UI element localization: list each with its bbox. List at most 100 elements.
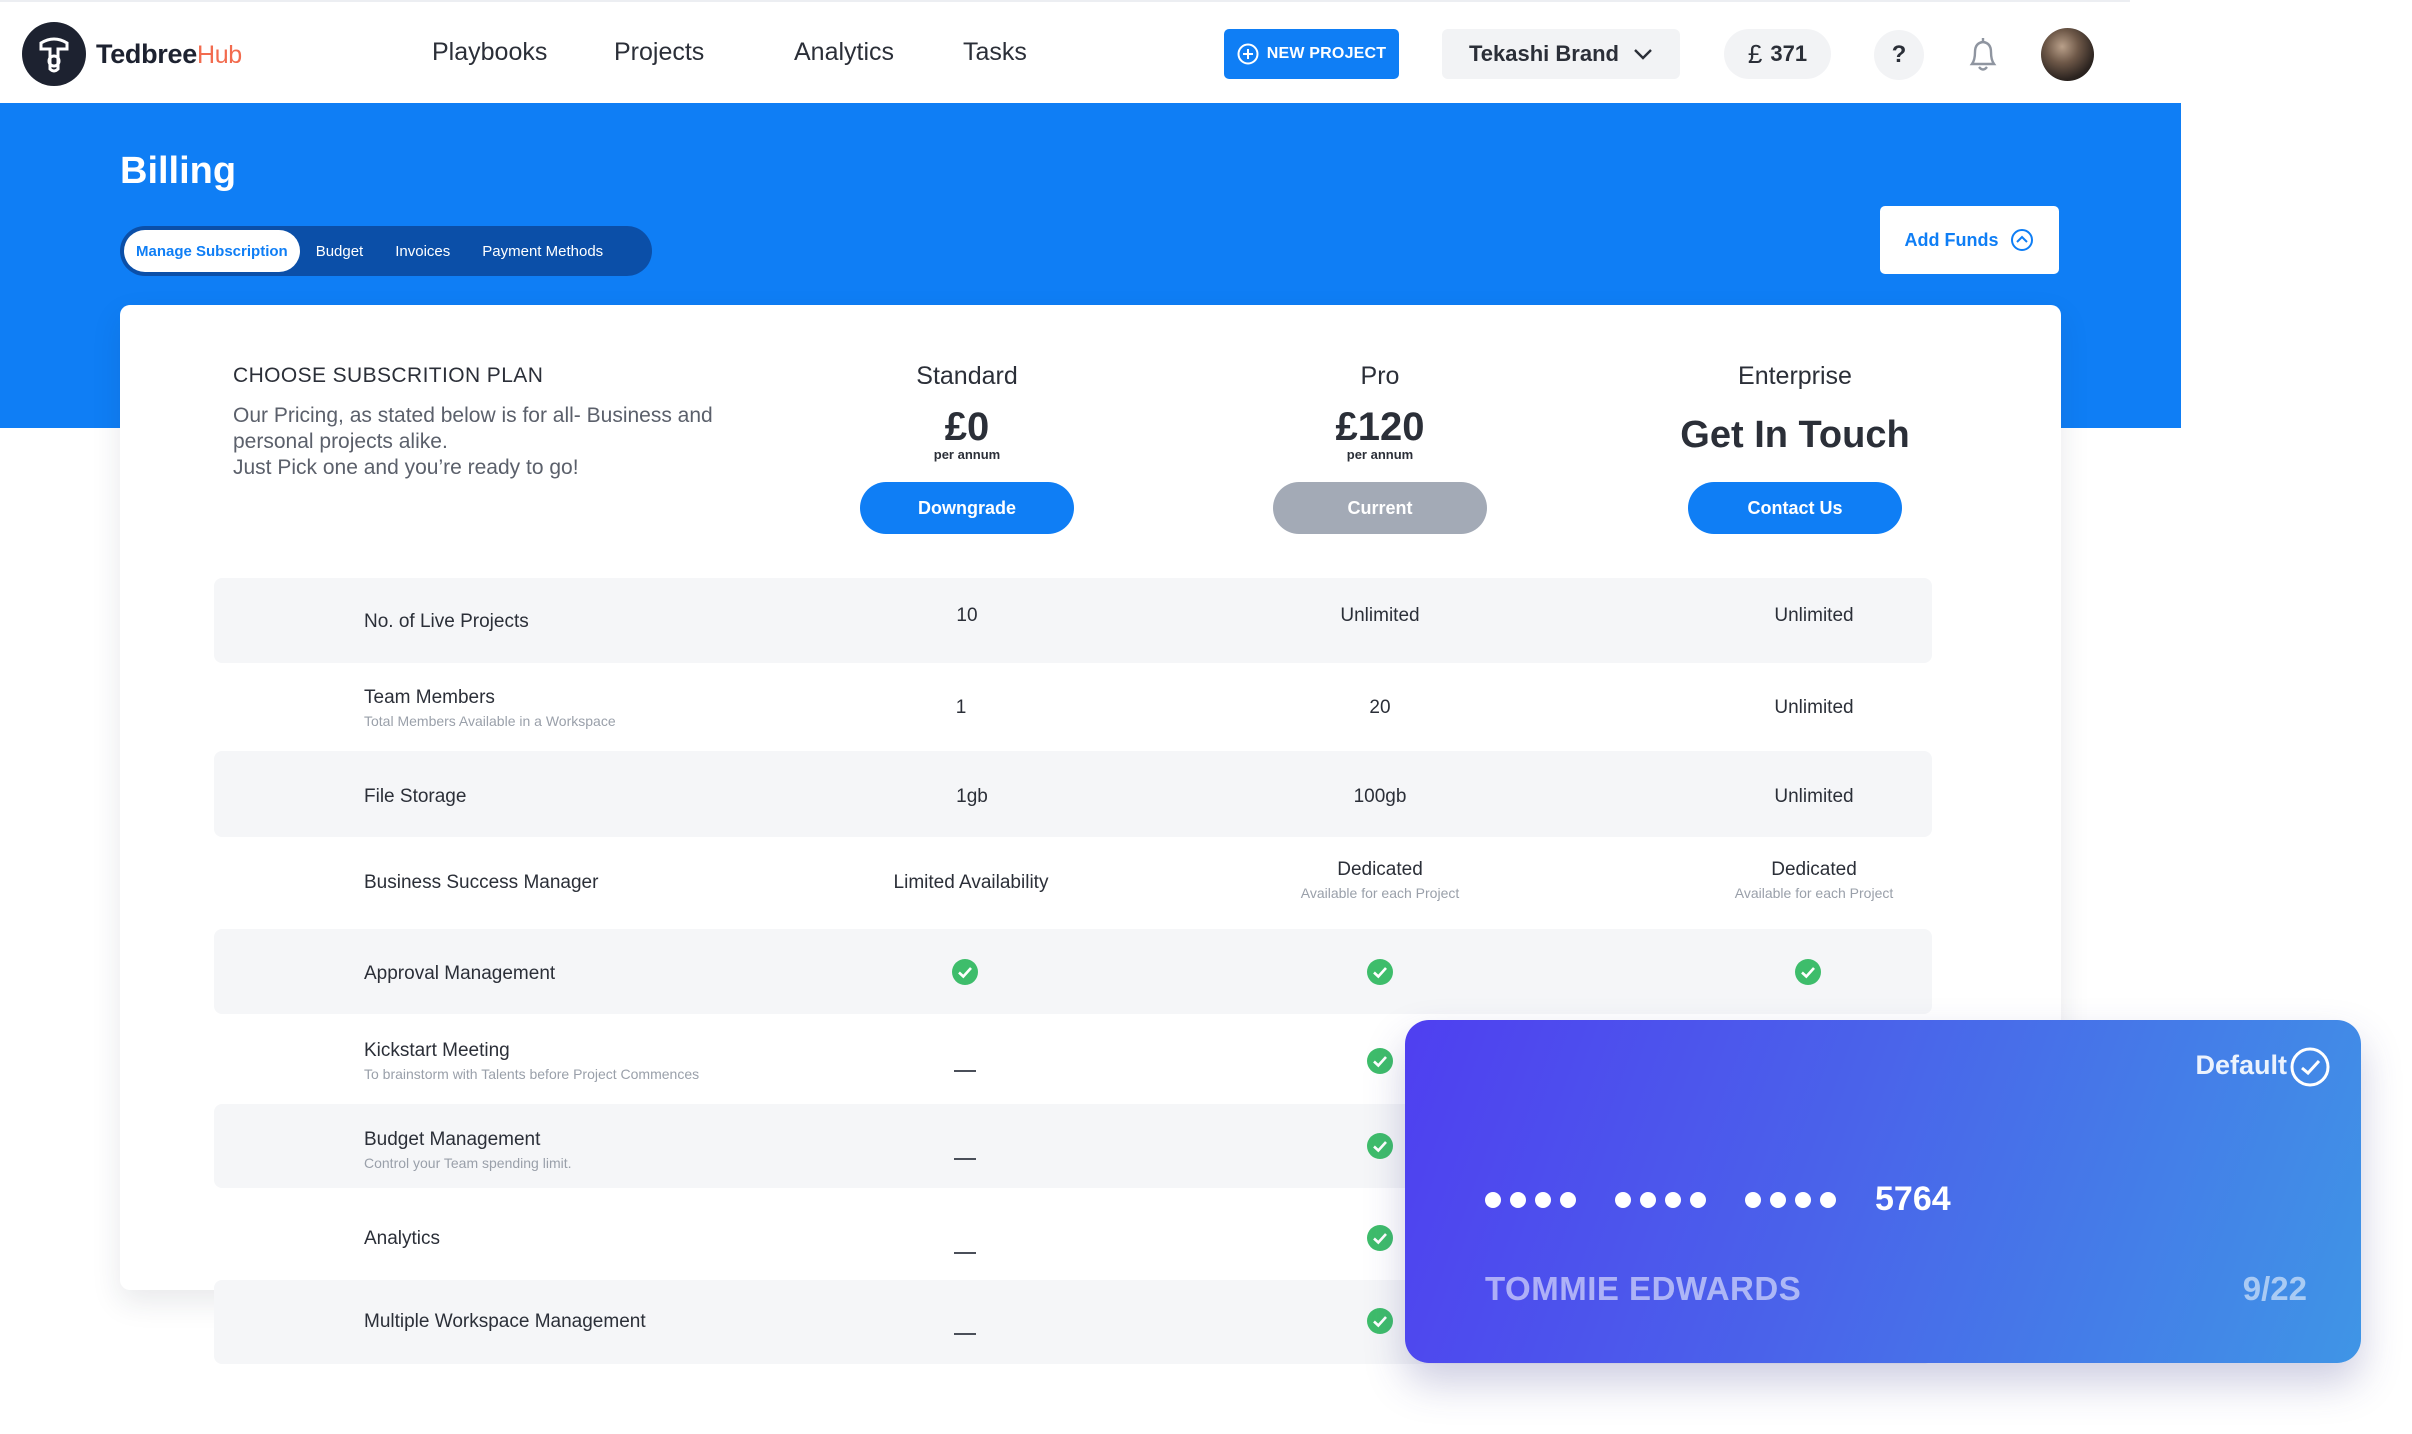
feature-value-enterprise: Dedicated Available for each Project xyxy=(1664,859,1964,901)
feature-row: Team Members Total Members Available in … xyxy=(214,663,1932,751)
notification-bell-icon[interactable] xyxy=(1966,34,2000,79)
plan-enterprise: Enterprise Get In Touch xyxy=(1645,362,1945,457)
masked-digits xyxy=(1485,1191,1585,1208)
feature-value-enterprise: Unlimited xyxy=(1774,786,1854,807)
plan-description-line: personal projects alike. xyxy=(233,430,448,453)
card-number: 5764 xyxy=(1485,1180,1951,1219)
feature-name: Team Members xyxy=(364,687,495,708)
feature-value-standard: 10 xyxy=(956,605,978,626)
tab-invoices[interactable]: Invoices xyxy=(379,230,466,272)
feature-name: Analytics xyxy=(364,1228,441,1249)
feature-name: Budget Management xyxy=(364,1129,541,1150)
add-funds-label: Add Funds xyxy=(1904,229,1999,250)
balance-value: 371 xyxy=(1770,41,1808,66)
masked-digits xyxy=(1615,1191,1715,1208)
feature-value-standard xyxy=(815,1144,1115,1166)
feature-label: No. of Live Projects xyxy=(364,611,529,633)
chevron-up-circle-icon xyxy=(2010,228,2034,252)
feature-name: No. of Live Projects xyxy=(364,611,529,632)
plan-name: Standard xyxy=(916,362,1018,390)
plan-cta: Get In Touch xyxy=(1680,414,1910,456)
downgrade-button[interactable]: Downgrade xyxy=(860,482,1074,534)
feature-name: Multiple Workspace Management xyxy=(364,1311,646,1332)
nav-projects[interactable]: Projects xyxy=(614,38,704,67)
brand-selector[interactable]: Tekashi Brand xyxy=(1442,29,1680,79)
user-avatar[interactable] xyxy=(2041,28,2094,81)
billing-page: TedbreeHub Playbooks Projects Analytics … xyxy=(0,0,2412,1434)
plan-name: Enterprise xyxy=(1738,362,1852,390)
feature-subtext: Total Members Available in a Workspace xyxy=(364,713,616,729)
plan-period: per annum xyxy=(933,447,1001,462)
feature-value-pro: Dedicated Available for each Project xyxy=(1230,859,1530,901)
feature-label: Analytics xyxy=(364,1228,440,1250)
feature-label: Multiple Workspace Management xyxy=(364,1311,646,1333)
brand-logo[interactable]: TedbreeHub xyxy=(22,22,242,86)
plan-description-line: Our Pricing, as stated below is for all-… xyxy=(233,404,713,427)
add-funds-button[interactable]: Add Funds xyxy=(1880,206,2059,274)
check-icon xyxy=(1366,1047,1394,1075)
current-plan-button[interactable]: Current xyxy=(1273,482,1487,534)
nav-playbooks[interactable]: Playbooks xyxy=(432,38,547,67)
feature-value-pro: 20 xyxy=(1369,697,1391,718)
default-payment-card[interactable]: Default 5764 TOMMIE EDWARDS 9/22 xyxy=(1405,1020,2361,1363)
feature-subtext: To brainstorm with Talents before Projec… xyxy=(364,1066,700,1082)
card-last-four: 5764 xyxy=(1875,1180,1951,1218)
feature-label: Kickstart Meeting To brainstorm with Tal… xyxy=(364,1040,699,1082)
chevron-down-icon xyxy=(1633,48,1653,60)
check-icon xyxy=(1366,1224,1394,1252)
help-button[interactable]: ? xyxy=(1874,30,1924,80)
feature-value-standard: 1gb xyxy=(956,786,988,807)
tab-budget[interactable]: Budget xyxy=(300,230,380,272)
plan-name: Pro xyxy=(1360,362,1400,390)
feature-value-standard xyxy=(815,1319,1115,1341)
feature-label: Business Success Manager xyxy=(364,872,598,894)
feature-row: Business Success Manager Limited Availab… xyxy=(214,837,1932,929)
plan-description-line: Just Pick one and you’re ready to go! xyxy=(233,456,579,479)
check-icon xyxy=(1794,958,1822,986)
plan-price: £0 xyxy=(944,405,990,449)
check-icon xyxy=(1366,1307,1394,1335)
brand-selector-label: Tekashi Brand xyxy=(1469,41,1619,66)
plan-standard: Standard £0 per annum xyxy=(817,362,1117,462)
feature-label: File Storage xyxy=(364,786,466,808)
page-title: Billing xyxy=(120,150,237,192)
dash-icon xyxy=(954,1158,976,1160)
default-badge: Default xyxy=(2195,1050,2287,1080)
dash-icon xyxy=(954,1252,976,1254)
nav-analytics[interactable]: Analytics xyxy=(794,38,894,67)
feature-label: Team Members Total Members Available in … xyxy=(364,687,616,729)
feature-value-enterprise: Unlimited xyxy=(1774,605,1854,626)
wallet-balance[interactable]: £ 371 xyxy=(1724,29,1831,79)
logo-mark-icon xyxy=(22,22,86,86)
feature-name: Business Success Manager xyxy=(364,872,599,893)
new-project-label: NEW PROJECT xyxy=(1266,45,1387,62)
brand-suffix: Hub xyxy=(196,40,242,69)
tab-payment-methods[interactable]: Payment Methods xyxy=(466,230,619,272)
plus-circle-icon xyxy=(1237,43,1259,65)
plan-section-description: Our Pricing, as stated below is for all-… xyxy=(233,403,793,481)
dash-icon xyxy=(954,1333,976,1335)
nav-tasks[interactable]: Tasks xyxy=(963,38,1027,67)
top-navigation-bar: TedbreeHub Playbooks Projects Analytics … xyxy=(0,0,2130,103)
feature-label: Budget Management Control your Team spen… xyxy=(364,1129,572,1171)
check-icon xyxy=(1366,958,1394,986)
feature-value-pro: Unlimited xyxy=(1340,605,1420,626)
feature-row: No. of Live Projects 10 Unlimited Unlimi… xyxy=(214,578,1932,663)
feature-value-standard xyxy=(815,958,1115,992)
feature-value-standard xyxy=(815,1056,1115,1078)
feature-value-subtext: Available for each Project xyxy=(1300,885,1460,901)
feature-value-standard: 1 xyxy=(955,697,967,718)
plan-price: £120 xyxy=(1335,405,1425,449)
feature-value-standard xyxy=(815,1238,1115,1260)
check-icon xyxy=(1366,1132,1394,1160)
plan-pro: Pro £120 per annum xyxy=(1230,362,1530,462)
tab-manage-subscription[interactable]: Manage Subscription xyxy=(124,230,300,272)
card-expiry: 9/22 xyxy=(2242,1270,2307,1307)
contact-us-button[interactable]: Contact Us xyxy=(1688,482,1902,534)
currency-symbol: £ xyxy=(1747,38,1763,69)
feature-name: Approval Management xyxy=(364,963,556,984)
feature-row: Approval Management xyxy=(214,929,1932,1014)
masked-digits xyxy=(1745,1191,1845,1208)
check-icon xyxy=(951,958,979,986)
new-project-button[interactable]: NEW PROJECT xyxy=(1224,29,1399,79)
